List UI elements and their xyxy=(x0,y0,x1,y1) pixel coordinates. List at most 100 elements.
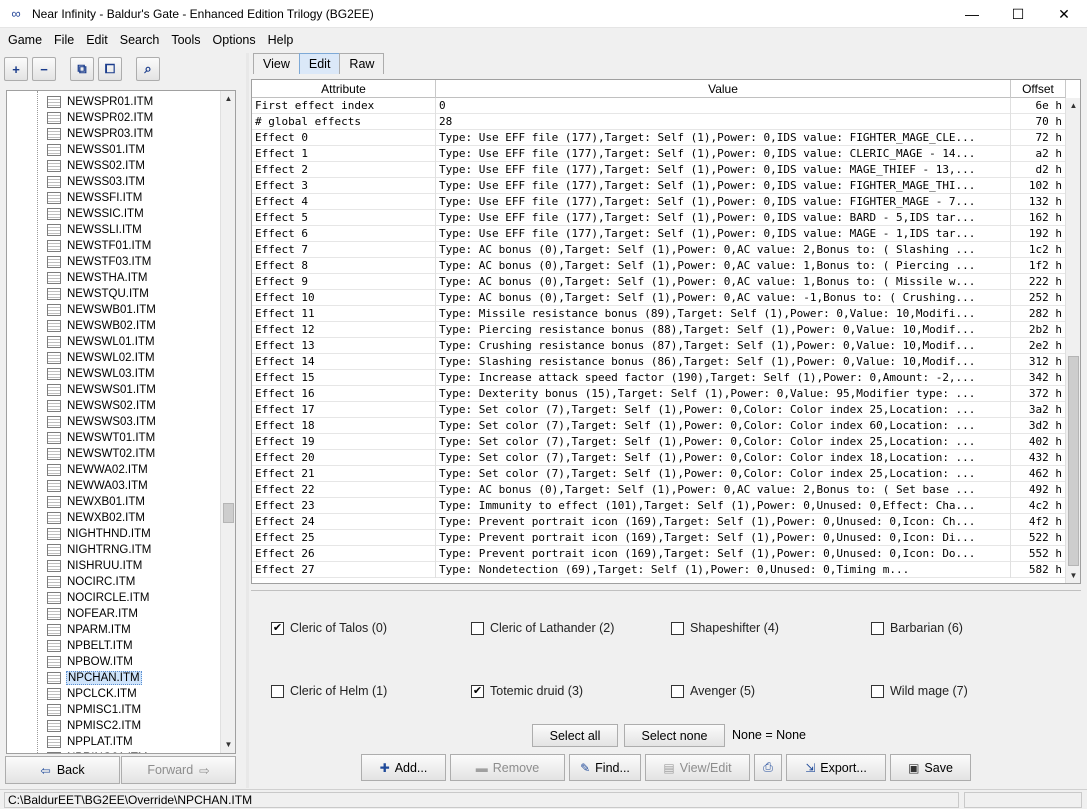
collapse-selected-icon[interactable]: ⧠ xyxy=(98,57,122,81)
cell-offset[interactable]: 432 h xyxy=(1011,450,1066,466)
cell-value[interactable]: Type: AC bonus (0),Target: Self (1),Powe… xyxy=(436,242,1011,258)
tree-item[interactable]: NEWWA03.ITM xyxy=(7,478,149,494)
cell-attribute[interactable]: Effect 18 xyxy=(252,418,436,434)
find-button[interactable]: ✎ Find... xyxy=(569,754,641,781)
view-edit-button[interactable]: ▤ View/Edit xyxy=(645,754,750,781)
maximize-icon[interactable]: ☐ xyxy=(995,0,1041,28)
table-scrollbar[interactable]: ▲ ▼ xyxy=(1065,98,1080,583)
tree-item[interactable]: NISHRUU.ITM xyxy=(7,558,143,574)
table-row[interactable]: Effect 23 Type: Immunity to effect (101),… xyxy=(252,498,1066,514)
cell-offset[interactable]: 222 h xyxy=(1011,274,1066,290)
tree-item[interactable]: NEWSPR02.ITM xyxy=(7,110,154,126)
tree-item[interactable]: NOCIRCLE.ITM xyxy=(7,590,150,606)
table-row[interactable]: Effect 18 Type: Set color (7),Target: Sel… xyxy=(252,418,1066,434)
cell-offset[interactable]: 282 h xyxy=(1011,306,1066,322)
cell-attribute[interactable]: Effect 5 xyxy=(252,210,436,226)
flag-wild-mage[interactable]: Wild mage (7) xyxy=(871,684,968,698)
add-button[interactable]: ✚ Add... xyxy=(361,754,446,781)
cell-value[interactable]: Type: Immunity to effect (101),Target: S… xyxy=(436,498,1011,514)
table-row[interactable]: Effect 0 Type: Use EFF file (177),Target:… xyxy=(252,130,1066,146)
table-row[interactable]: Effect 25 Type: Prevent portrait icon (16… xyxy=(252,530,1066,546)
table-row[interactable]: Effect 3 Type: Use EFF file (177),Target:… xyxy=(252,178,1066,194)
cell-attribute[interactable]: Effect 19 xyxy=(252,434,436,450)
cell-offset[interactable]: 1c2 h xyxy=(1011,242,1066,258)
cell-attribute[interactable]: Effect 27 xyxy=(252,562,436,578)
cell-offset[interactable]: 70 h xyxy=(1011,114,1066,130)
splitter[interactable] xyxy=(246,53,249,788)
close-icon[interactable]: ✕ xyxy=(1041,0,1087,28)
cell-value[interactable]: Type: AC bonus (0),Target: Self (1),Powe… xyxy=(436,290,1011,306)
tree-item[interactable]: NEWSWT02.ITM xyxy=(7,446,156,462)
cell-offset[interactable]: 192 h xyxy=(1011,226,1066,242)
tree-item[interactable]: NEWSS01.ITM xyxy=(7,142,146,158)
cell-value[interactable]: Type: Use EFF file (177),Target: Self (1… xyxy=(436,226,1011,242)
cell-attribute[interactable]: Effect 14 xyxy=(252,354,436,370)
table-scroll-thumb[interactable] xyxy=(1068,356,1079,566)
cell-attribute[interactable]: Effect 15 xyxy=(252,370,436,386)
tree-item[interactable]: NEWSTQU.ITM xyxy=(7,286,150,302)
flag-cleric-of-lathander[interactable]: Cleric of Lathander (2) xyxy=(471,621,614,635)
cell-value[interactable]: Type: AC bonus (0),Target: Self (1),Powe… xyxy=(436,258,1011,274)
table-row[interactable]: Effect 1 Type: Use EFF file (177),Target:… xyxy=(252,146,1066,162)
cell-value[interactable]: Type: AC bonus (0),Target: Self (1),Powe… xyxy=(436,274,1011,290)
cell-value[interactable]: Type: Use EFF file (177),Target: Self (1… xyxy=(436,146,1011,162)
cell-value[interactable]: Type: Prevent portrait icon (169),Target… xyxy=(436,546,1011,562)
menu-edit[interactable]: Edit xyxy=(80,29,114,51)
cell-value[interactable]: Type: Crushing resistance bonus (87),Tar… xyxy=(436,338,1011,354)
table-row[interactable]: # global effects 28 70 h xyxy=(252,114,1066,130)
tree-item[interactable]: NEWSWL01.ITM xyxy=(7,334,156,350)
flag-cleric-of-helm[interactable]: Cleric of Helm (1) xyxy=(271,684,387,698)
table-row[interactable]: Effect 2 Type: Use EFF file (177),Target:… xyxy=(252,162,1066,178)
cell-attribute[interactable]: Effect 25 xyxy=(252,530,436,546)
cell-value[interactable]: Type: Nondetection (69),Target: Self (1)… xyxy=(436,562,1011,578)
checkbox[interactable] xyxy=(871,684,884,698)
cell-attribute[interactable]: # global effects xyxy=(252,114,436,130)
cell-attribute[interactable]: Effect 1 xyxy=(252,146,436,162)
cell-attribute[interactable]: Effect 22 xyxy=(252,482,436,498)
cell-value[interactable]: 0 xyxy=(436,98,1011,114)
cell-attribute[interactable]: Effect 9 xyxy=(252,274,436,290)
table-row[interactable]: First effect index 0 6e h xyxy=(252,98,1066,114)
cell-value[interactable]: Type: Use EFF file (177),Target: Self (1… xyxy=(436,194,1011,210)
cell-offset[interactable]: 1f2 h xyxy=(1011,258,1066,274)
cell-value[interactable]: Type: Prevent portrait icon (169),Target… xyxy=(436,530,1011,546)
column-header-value[interactable]: Value xyxy=(436,80,1011,98)
cell-offset[interactable]: 72 h xyxy=(1011,130,1066,146)
flag-cleric-of-talos[interactable]: ✔ Cleric of Talos (0) xyxy=(271,621,387,635)
cell-offset[interactable]: 132 h xyxy=(1011,194,1066,210)
cell-offset[interactable]: 102 h xyxy=(1011,178,1066,194)
menu-search[interactable]: Search xyxy=(114,29,166,51)
table-row[interactable]: Effect 6 Type: Use EFF file (177),Target:… xyxy=(252,226,1066,242)
tree-item[interactable]: NEWSWS02.ITM xyxy=(7,398,157,414)
cell-value[interactable]: Type: Set color (7),Target: Self (1),Pow… xyxy=(436,402,1011,418)
tree-item[interactable]: NEWXB01.ITM xyxy=(7,494,146,510)
scroll-down-icon[interactable]: ▼ xyxy=(221,737,235,753)
attribute-table[interactable]: Attribute Value Offset First effect inde… xyxy=(251,79,1081,584)
cell-offset[interactable]: d2 h xyxy=(1011,162,1066,178)
cell-value[interactable]: Type: Piercing resistance bonus (88),Tar… xyxy=(436,322,1011,338)
table-row[interactable]: Effect 27 Type: Nondetection (69),Target:… xyxy=(252,562,1066,578)
cell-value[interactable]: Type: Use EFF file (177),Target: Self (1… xyxy=(436,210,1011,226)
cell-attribute[interactable]: Effect 24 xyxy=(252,514,436,530)
forward-button[interactable]: Forward ⇨ xyxy=(121,756,236,784)
tree-item[interactable]: NEWSTF03.ITM xyxy=(7,254,152,270)
cell-value[interactable]: Type: Set color (7),Target: Self (1),Pow… xyxy=(436,466,1011,482)
table-row[interactable]: Effect 11 Type: Missile resistance bonus … xyxy=(252,306,1066,322)
tree-scroll-track[interactable] xyxy=(223,107,234,737)
menu-options[interactable]: Options xyxy=(207,29,262,51)
tree-item[interactable]: NEWSSIC.ITM xyxy=(7,206,145,222)
tree-item[interactable]: NEWSWL03.ITM xyxy=(7,366,156,382)
tab-edit[interactable]: Edit xyxy=(298,53,341,74)
tree-item[interactable]: NPRING01.ITM xyxy=(7,750,149,753)
tree-item[interactable]: NIGHTHND.ITM xyxy=(7,526,152,542)
cell-offset[interactable]: 162 h xyxy=(1011,210,1066,226)
table-row[interactable]: Effect 10 Type: AC bonus (0),Target: Self… xyxy=(252,290,1066,306)
tree-item[interactable]: NEWWA02.ITM xyxy=(7,462,149,478)
cell-value[interactable]: Type: Missile resistance bonus (89),Targ… xyxy=(436,306,1011,322)
table-row[interactable]: Effect 14 Type: Slashing resistance bonus… xyxy=(252,354,1066,370)
scroll-up-icon[interactable]: ▲ xyxy=(1066,98,1080,114)
cell-offset[interactable]: 312 h xyxy=(1011,354,1066,370)
cell-value[interactable]: Type: Use EFF file (177),Target: Self (1… xyxy=(436,130,1011,146)
tree-item[interactable]: NEWSS03.ITM xyxy=(7,174,146,190)
menu-help[interactable]: Help xyxy=(262,29,300,51)
